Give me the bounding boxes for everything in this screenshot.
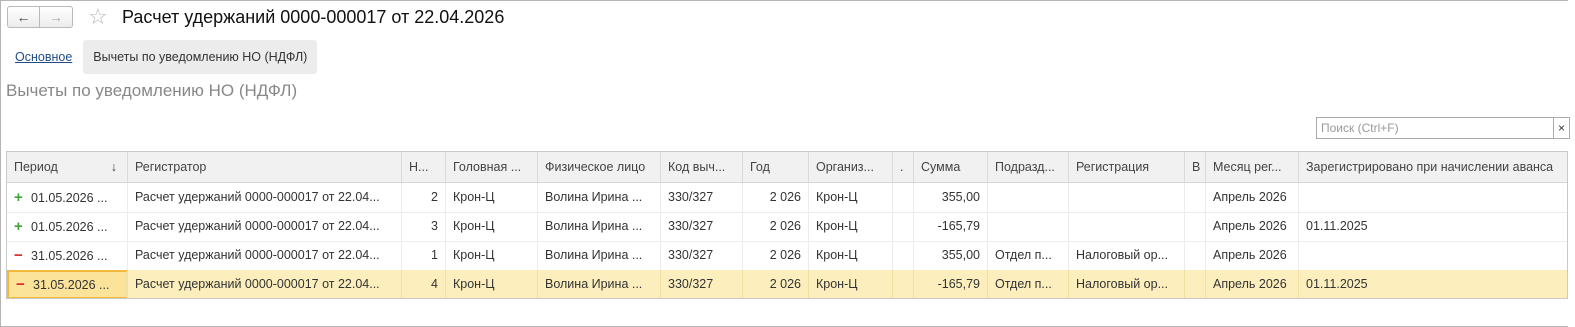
cell-registration: Налоговый ор... [1069, 270, 1185, 298]
column-header-narrow[interactable]: . [893, 152, 914, 182]
cell-number: 1 [402, 241, 446, 270]
column-header-registration[interactable]: Регистрация [1069, 152, 1185, 182]
back-arrow-icon[interactable]: ← [7, 6, 40, 28]
cell-head-org: Крон-Ц [446, 212, 538, 241]
nav-buttons: ← → [7, 6, 73, 28]
clear-search-icon[interactable]: × [1554, 117, 1570, 139]
cell-person: Волина Ирина ... [538, 183, 661, 212]
table-row[interactable]: −31.05.2026 ... Расчет удержаний 0000-00… [7, 241, 1567, 271]
cell-advance [1299, 183, 1567, 212]
cell-department [988, 212, 1069, 241]
cell-deduction-code: 330/327 [661, 212, 743, 241]
cell-registrator: Расчет удержаний 0000-000017 от 22.04... [128, 270, 402, 298]
cell-registrator: Расчет удержаний 0000-000017 от 22.04... [128, 183, 402, 212]
column-header-registrator[interactable]: Регистратор [128, 152, 402, 182]
cell-reg-month: Апрель 2026 [1206, 183, 1299, 212]
column-header-period[interactable]: Период ↓ [7, 152, 128, 182]
column-header-deduction-code[interactable]: Код выч... [661, 152, 743, 182]
cell-person: Волина Ирина ... [538, 212, 661, 241]
plus-icon: + [14, 218, 23, 235]
table-row[interactable]: +01.05.2026 ... Расчет удержаний 0000-00… [7, 183, 1567, 213]
cell-v [1185, 212, 1206, 241]
cell-reg-month: Апрель 2026 [1206, 270, 1299, 298]
cell-advance [1299, 241, 1567, 270]
cell-period: +01.05.2026 ... [7, 212, 128, 241]
column-header-department[interactable]: Подразд... [988, 152, 1069, 182]
cell-period: −31.05.2026 ... [7, 241, 128, 270]
cell-organization: Крон-Ц [809, 241, 893, 270]
cell-sum: -165,79 [914, 212, 988, 241]
cell-deduction-code: 330/327 [661, 241, 743, 270]
cell-number: 3 [402, 212, 446, 241]
column-header-sum[interactable]: Сумма [914, 152, 988, 182]
cell-v [1185, 270, 1206, 298]
cell-narrow [893, 183, 914, 212]
column-header-organization[interactable]: Организ... [809, 152, 893, 182]
cell-narrow [893, 212, 914, 241]
cell-advance: 01.11.2025 [1299, 270, 1567, 298]
column-header-reg-month[interactable]: Месяц рег... [1206, 152, 1299, 182]
deductions-table: Период ↓ Регистратор Н... Головная ... Фи… [6, 151, 1568, 299]
cell-department [988, 183, 1069, 212]
forward-arrow-icon[interactable]: → [40, 6, 73, 28]
column-header-number[interactable]: Н... [402, 152, 446, 182]
cell-registrator: Расчет удержаний 0000-000017 от 22.04... [128, 241, 402, 270]
sort-desc-icon: ↓ [110, 160, 117, 174]
cell-year: 2 026 [743, 241, 809, 270]
cell-number: 4 [402, 270, 446, 298]
window-title: Расчет удержаний 0000-000017 от 22.04.20… [122, 7, 505, 27]
cell-department: Отдел п... [988, 270, 1069, 298]
cell-period: +01.05.2026 ... [7, 183, 128, 212]
cell-organization: Крон-Ц [809, 212, 893, 241]
minus-icon: − [14, 247, 23, 264]
cell-advance: 01.11.2025 [1299, 212, 1567, 241]
cell-organization: Крон-Ц [809, 270, 893, 298]
cell-deduction-code: 330/327 [661, 270, 743, 298]
table-row[interactable]: +01.05.2026 ... Расчет удержаний 0000-00… [7, 212, 1567, 242]
tab-main[interactable]: Основное [7, 40, 80, 74]
section-title: Вычеты по уведомлению НО (НДФЛ) [6, 81, 298, 100]
cell-sum: 355,00 [914, 241, 988, 270]
cell-deduction-code: 330/327 [661, 183, 743, 212]
cell-narrow [893, 270, 914, 298]
cell-department: Отдел п... [988, 241, 1069, 270]
star-icon[interactable]: ☆ [88, 4, 108, 30]
cell-person: Волина Ирина ... [538, 241, 661, 270]
cell-reg-month: Апрель 2026 [1206, 241, 1299, 270]
cell-sum: -165,79 [914, 270, 988, 298]
cell-sum: 355,00 [914, 183, 988, 212]
minus-icon: − [16, 276, 25, 293]
table-row-selected[interactable]: −31.05.2026 ... Расчет удержаний 0000-00… [7, 270, 1567, 298]
cell-period[interactable]: −31.05.2026 ... [7, 270, 128, 298]
cell-registrator: Расчет удержаний 0000-000017 от 22.04... [128, 212, 402, 241]
column-header-person[interactable]: Физическое лицо [538, 152, 661, 182]
table-header: Период ↓ Регистратор Н... Головная ... Фи… [7, 152, 1567, 183]
cell-narrow [893, 241, 914, 270]
cell-organization: Крон-Ц [809, 183, 893, 212]
cell-head-org: Крон-Ц [446, 183, 538, 212]
column-header-head-org[interactable]: Головная ... [446, 152, 538, 182]
cell-registration [1069, 212, 1185, 241]
cell-head-org: Крон-Ц [446, 270, 538, 298]
tab-bar: Основное Вычеты по уведомлению НО (НДФЛ) [7, 40, 318, 74]
cell-number: 2 [402, 183, 446, 212]
search-input[interactable]: Поиск (Ctrl+F) [1316, 117, 1554, 139]
cell-person: Волина Ирина ... [538, 270, 661, 298]
column-header-advance[interactable]: Зарегистрировано при начислении аванса [1299, 152, 1567, 182]
column-header-v[interactable]: В [1185, 152, 1206, 182]
cell-registration [1069, 183, 1185, 212]
cell-v [1185, 241, 1206, 270]
plus-icon: + [14, 189, 23, 206]
cell-head-org: Крон-Ц [446, 241, 538, 270]
cell-reg-month: Апрель 2026 [1206, 212, 1299, 241]
cell-year: 2 026 [743, 270, 809, 298]
tab-ndfl-deductions[interactable]: Вычеты по уведомлению НО (НДФЛ) [83, 40, 318, 74]
cell-year: 2 026 [743, 212, 809, 241]
cell-year: 2 026 [743, 183, 809, 212]
cell-registration: Налоговый ор... [1069, 241, 1185, 270]
cell-v [1185, 183, 1206, 212]
column-header-year[interactable]: Год [743, 152, 809, 182]
